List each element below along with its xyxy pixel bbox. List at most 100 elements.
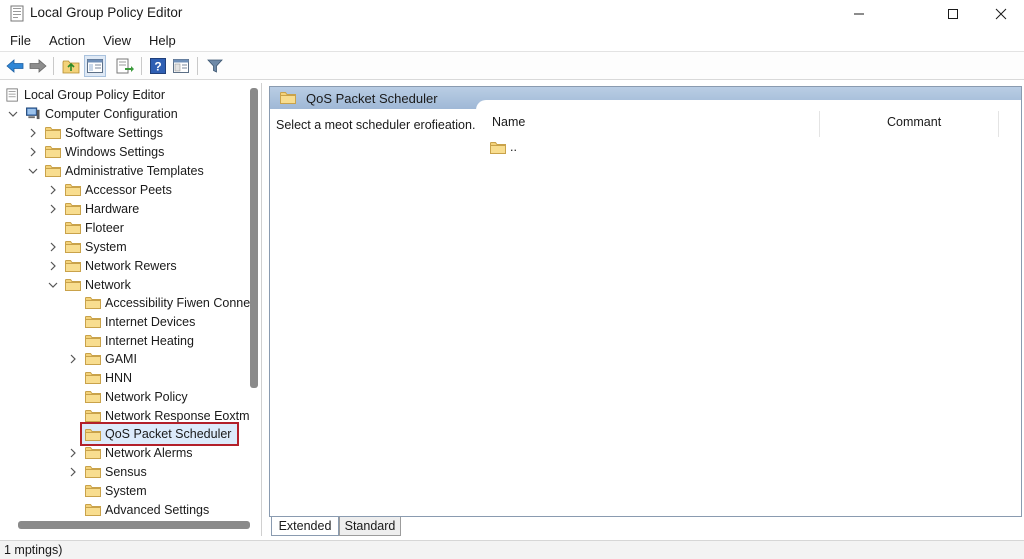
tree-item-label: Floteer — [85, 220, 124, 235]
help-button[interactable]: ? — [147, 55, 169, 77]
tree-item-system-2[interactable]: System — [67, 481, 147, 500]
tree-item-label: System — [105, 483, 147, 498]
tree-item-label: Network Rewers — [85, 258, 177, 273]
folder-icon — [85, 390, 101, 403]
chevron-right-icon[interactable] — [27, 127, 39, 139]
folder-icon — [85, 409, 101, 422]
tree-item-advanced-settings[interactable]: Advanced Settings — [67, 500, 209, 519]
folder-icon — [85, 315, 101, 328]
tree-item-software-settings[interactable]: Software Settings — [27, 123, 163, 142]
tree-item-root[interactable]: Local Group Policy Editor — [6, 85, 165, 104]
tree-item-label: Sensus — [105, 464, 147, 479]
chevron-right-icon[interactable] — [67, 353, 79, 365]
folder-icon — [65, 278, 81, 291]
chevron-right-icon[interactable] — [47, 260, 59, 272]
tree-item-label: GAMI — [105, 351, 137, 366]
folder-icon — [85, 484, 101, 497]
chevron-right-icon[interactable] — [27, 146, 39, 158]
folder-icon — [85, 465, 101, 478]
column-header-comment[interactable]: Commant — [887, 115, 941, 135]
tree-item-computer-configuration[interactable]: Computer Configuration — [7, 104, 178, 123]
tree-item-network-rewers[interactable]: Network Rewers — [47, 256, 177, 275]
chevron-down-icon[interactable] — [47, 279, 59, 291]
minimize-icon — [854, 13, 864, 15]
filter-icon — [207, 59, 223, 73]
tree-item-gami[interactable]: GAMI — [67, 349, 137, 368]
tree-item-network-alerms[interactable]: Network Alerms — [67, 443, 193, 462]
tab-standard[interactable]: Standard — [339, 517, 401, 536]
tree-vertical-scrollbar[interactable] — [250, 88, 258, 388]
tree-item-label: Internet Devices — [105, 314, 196, 329]
tree-item-label: Internet Heating — [105, 333, 194, 348]
tree-item-sensus[interactable]: Sensus — [67, 462, 147, 481]
tab-extended[interactable]: Extended — [271, 517, 339, 536]
toolbar-separator — [197, 57, 198, 75]
title-bar: Local Group Policy Editor — [0, 0, 1024, 28]
list-item[interactable]: .. — [490, 138, 517, 156]
tree-item-accessor-peets[interactable]: Accessor Peets — [47, 180, 172, 199]
up-one-level-button[interactable] — [60, 55, 82, 77]
console-tree[interactable]: Local Group Policy Editor Computer Confi… — [2, 83, 262, 536]
policy-document-icon — [6, 87, 18, 102]
tree-horizontal-scrollbar[interactable] — [18, 521, 250, 529]
help-icon: ? — [150, 58, 166, 74]
chevron-down-icon[interactable] — [27, 165, 39, 177]
tree-item-windows-settings[interactable]: Windows Settings — [27, 142, 164, 161]
column-separator[interactable] — [819, 111, 820, 137]
chevron-right-icon[interactable] — [67, 466, 79, 478]
tree-item-label: Accessibility Fiwen Connec — [105, 295, 257, 310]
tree-item-label: HNN — [105, 370, 133, 385]
chevron-right-icon[interactable] — [47, 241, 59, 253]
back-button[interactable] — [4, 55, 26, 77]
chevron-right-icon[interactable] — [47, 203, 59, 215]
menu-file[interactable]: File — [0, 33, 39, 48]
details-description: Select a meot scheduler erofieation. — [276, 118, 476, 132]
menu-view[interactable]: View — [93, 33, 139, 48]
forward-arrow-icon — [29, 59, 47, 73]
chevron-right-icon[interactable] — [67, 447, 79, 459]
folder-icon — [490, 141, 506, 154]
tree-item-hardware[interactable]: Hardware — [47, 199, 139, 218]
menu-help[interactable]: Help — [139, 33, 184, 48]
tree-item-network[interactable]: Network — [47, 275, 131, 294]
toolbar: ? — [0, 51, 1024, 80]
toolbar-separator — [53, 57, 54, 75]
properties-button[interactable] — [170, 55, 192, 77]
column-header-name[interactable]: Name — [492, 115, 525, 135]
tree-item-network-policy[interactable]: Network Policy — [67, 387, 188, 406]
minimize-button[interactable] — [836, 0, 882, 28]
chevron-down-icon[interactable] — [7, 108, 19, 120]
export-list-button[interactable] — [114, 55, 136, 77]
menu-bar: File Action View Help — [0, 30, 1024, 50]
folder-icon — [65, 240, 81, 253]
maximize-button[interactable] — [930, 0, 976, 28]
folder-icon — [65, 221, 81, 234]
folder-icon — [85, 428, 101, 441]
tree-item-internet-heating[interactable]: Internet Heating — [67, 331, 194, 350]
tree-item-system[interactable]: System — [47, 237, 127, 256]
close-button[interactable] — [978, 0, 1024, 28]
show-hide-console-tree-button[interactable] — [84, 55, 106, 77]
chevron-right-icon[interactable] — [47, 184, 59, 196]
details-title: QoS Packet Scheduler — [306, 91, 438, 106]
folder-icon — [45, 145, 61, 158]
tree-item-accessibility[interactable]: Accessibility Fiwen Connec — [67, 293, 256, 312]
tree-item-internet-devices[interactable]: Internet Devices — [67, 312, 195, 331]
show-hide-tree-icon — [87, 59, 103, 73]
up-folder-icon — [62, 60, 80, 74]
folder-icon — [45, 164, 61, 177]
tree-item-label: Local Group Policy Editor — [24, 87, 166, 102]
tree-item-administrative-templates[interactable]: Administrative Templates — [27, 161, 204, 180]
window-title: Local Group Policy Editor — [30, 5, 183, 20]
tree-item-label: Computer Configuration — [45, 106, 178, 121]
policy-document-icon — [10, 5, 24, 22]
filter-button[interactable] — [204, 55, 226, 77]
tree-item-hnn[interactable]: HNN — [67, 368, 132, 387]
computer-icon — [26, 107, 40, 120]
forward-button[interactable] — [27, 55, 49, 77]
column-separator[interactable] — [998, 111, 999, 137]
back-arrow-icon — [6, 59, 24, 73]
folder-icon — [85, 371, 101, 384]
tree-item-floteer[interactable]: Floteer — [47, 218, 124, 237]
menu-action[interactable]: Action — [39, 33, 93, 48]
